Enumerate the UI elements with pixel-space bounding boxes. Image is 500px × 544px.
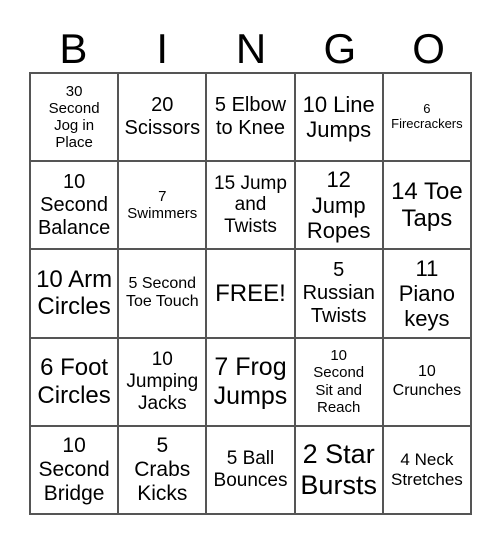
bingo-cell: 4 Neck Stretches — [382, 425, 471, 514]
header-letter-n: N — [235, 25, 267, 72]
bingo-cell: 5 Crabs Kicks — [118, 425, 207, 514]
bingo-cell: 12 Jump Ropes — [294, 161, 383, 250]
header-letter-i: I — [156, 25, 169, 72]
bingo-cell: 7 Swimmers — [118, 161, 207, 250]
bingo-cell: 30 Second Jog in Place — [30, 73, 119, 162]
bingo-cell: 10 Second Balance — [30, 161, 119, 250]
bingo-cell: 10 Crunches — [382, 337, 471, 426]
bingo-cell: 5 Ball Bounces — [206, 425, 295, 514]
header-letter-o: O — [412, 25, 445, 72]
free-space-cell: FREE! — [206, 249, 295, 338]
bingo-cell: 2 Star Bursts — [294, 425, 383, 514]
header-letter-g: G — [323, 25, 357, 72]
bingo-cell: 10 Second Sit and Reach — [294, 337, 383, 426]
bingo-cell: 6 Firecrackers — [382, 73, 471, 162]
bingo-cell: 20 Scissors — [118, 73, 207, 162]
bingo-header: B I N G O — [29, 26, 473, 72]
bingo-cell: 14 Toe Taps — [382, 161, 471, 250]
bingo-cell: 5 Russian Twists — [294, 249, 383, 338]
bingo-cell: 6 Foot Circles — [30, 337, 119, 426]
bingo-cell: 10 Arm Circles — [30, 249, 119, 338]
header-letter-b: B — [59, 25, 88, 72]
bingo-cell: 15 Jump and Twists — [206, 161, 295, 250]
bingo-cell: 5 Second Toe Touch — [118, 249, 207, 338]
bingo-cell: 5 Elbow to Knee — [206, 73, 295, 162]
bingo-cell: 7 Frog Jumps — [206, 337, 295, 426]
bingo-grid: 30 Second Jog in Place 20 Scissors 5 Elbow… — [29, 72, 472, 515]
bingo-cell: 10 Line Jumps — [294, 73, 383, 162]
bingo-cell: 10 Second Bridge — [30, 425, 119, 514]
bingo-cell: 10 Jumping Jacks — [118, 337, 207, 426]
bingo-cell: 11 Piano keys — [382, 249, 471, 338]
